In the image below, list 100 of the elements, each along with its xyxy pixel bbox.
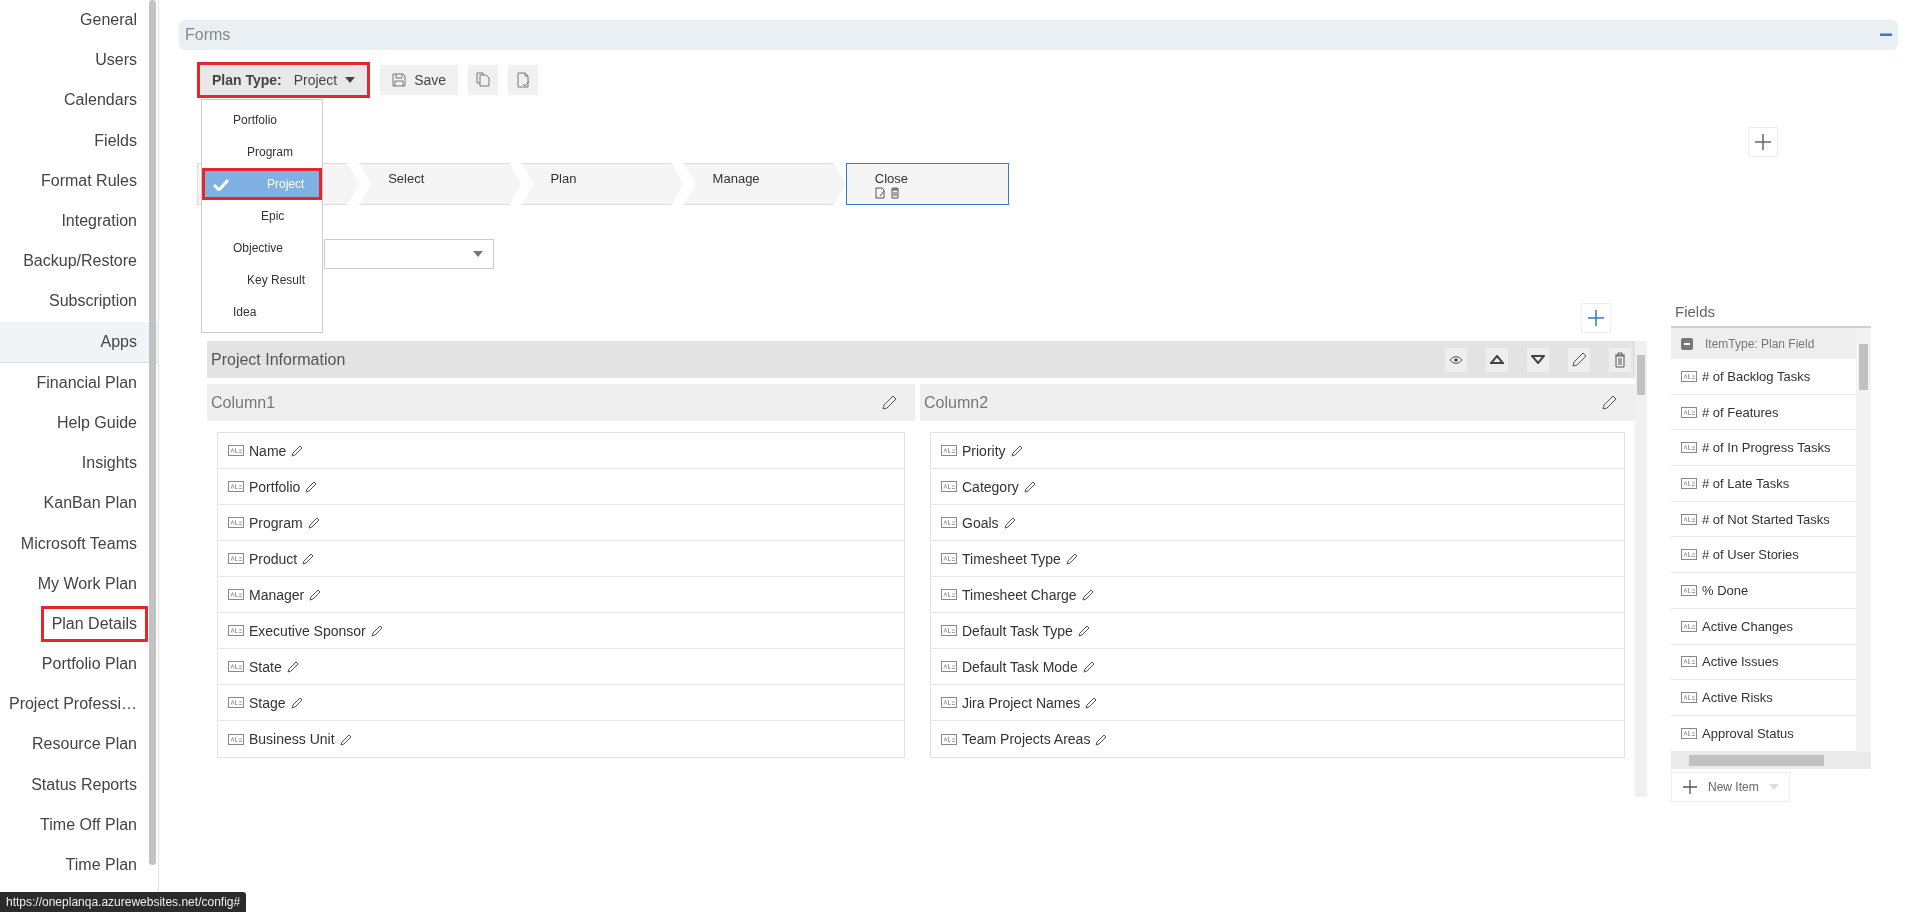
group-header[interactable]: ItemType: Plan Field (1671, 328, 1856, 359)
menu-item[interactable]: Objective (202, 232, 322, 264)
sidebar-item[interactable]: Time Plan (54, 847, 148, 884)
view-button[interactable] (1445, 347, 1467, 372)
text-field-icon (941, 445, 957, 456)
text-field-icon (941, 625, 957, 636)
field-label: Goals (962, 514, 999, 531)
plus-icon (1587, 309, 1605, 327)
menu-item[interactable]: Idea (202, 296, 322, 328)
status-url: https://oneplanqa.azurewebsites.net/config# (0, 892, 247, 912)
menu-item[interactable]: Program (202, 136, 322, 168)
delete-button[interactable] (1609, 347, 1631, 372)
delete-icon[interactable] (889, 187, 900, 199)
text-field-icon (941, 661, 957, 672)
text-field-icon (228, 517, 244, 528)
text-field-icon (1681, 477, 1697, 489)
caret-icon (1768, 784, 1779, 790)
sidebar-item[interactable]: Insights (70, 445, 148, 482)
text-field-icon (1681, 513, 1697, 525)
sidebar-item[interactable]: Status Reports (20, 766, 148, 803)
edit-icon[interactable] (339, 732, 353, 746)
stage-step[interactable]: Plan (521, 163, 684, 205)
edit-icon[interactable] (1095, 732, 1109, 746)
sidebar-item[interactable]: Time Off Plan (29, 806, 148, 843)
edit-icon[interactable] (1081, 588, 1095, 601)
edit-icon[interactable] (291, 444, 305, 457)
add-button[interactable] (1581, 303, 1611, 333)
sidebar-item[interactable]: Help Guide (45, 404, 148, 441)
edit-icon[interactable] (1065, 552, 1079, 565)
copy-icon (475, 72, 492, 88)
sidebar-item[interactable]: My Work Plan (26, 565, 148, 602)
sidebar-item[interactable]: Calendars (53, 82, 148, 119)
edit-icon[interactable] (1003, 516, 1017, 529)
section-title: Forms (185, 26, 231, 44)
sidebar-item[interactable]: Subscription (37, 283, 148, 320)
edit-icon[interactable] (1023, 480, 1037, 493)
collapse-icon[interactable] (1681, 337, 1693, 350)
text-field-icon (1681, 656, 1697, 668)
scrollbar[interactable] (149, 0, 156, 865)
select-field[interactable] (324, 239, 494, 269)
save-button[interactable]: Save (380, 65, 459, 95)
add-button[interactable] (1748, 127, 1778, 157)
edit-icon[interactable] (370, 624, 384, 637)
collapse-icon[interactable] (1880, 33, 1892, 37)
sidebar-item[interactable]: Portfolio Plan (30, 646, 148, 683)
text-field-icon (941, 697, 957, 708)
edit-icon[interactable] (1010, 444, 1024, 457)
text-field-icon (228, 733, 244, 745)
sidebar-item[interactable]: General (69, 2, 148, 39)
edit-icon[interactable] (290, 696, 304, 709)
move-up-button[interactable] (1486, 347, 1508, 372)
edit-button[interactable] (1568, 347, 1590, 372)
stage-step[interactable]: Close (845, 163, 1009, 205)
menu-item[interactable]: Portfolio (202, 104, 322, 136)
field-label: # of Not Started Tasks (1702, 511, 1830, 527)
field-label: Active Risks (1702, 690, 1773, 706)
text-field-icon (228, 661, 244, 672)
scrollbar[interactable] (1635, 341, 1647, 797)
sidebar-item[interactable]: Integration (50, 203, 148, 240)
edit-icon[interactable] (1085, 696, 1099, 709)
plan-type-dropdown[interactable]: Plan Type: Project (197, 62, 371, 98)
edit-icon[interactable] (307, 516, 321, 529)
edit-icon[interactable] (874, 187, 886, 199)
scrollbar[interactable] (1671, 752, 1871, 769)
menu-item[interactable]: Key Result (202, 264, 322, 296)
edit-icon[interactable] (286, 660, 300, 673)
edit-icon[interactable] (1077, 624, 1091, 637)
section-title: Project Information (211, 350, 346, 369)
field-label: Timesheet Type (962, 550, 1061, 567)
field-label: Default Task Mode (962, 658, 1078, 675)
edit-icon[interactable] (309, 588, 323, 601)
stage-step[interactable]: Manage (683, 163, 846, 205)
field-label: Jira Project Names (962, 694, 1081, 711)
edit-icon[interactable] (1082, 660, 1096, 673)
edit-icon[interactable] (881, 394, 897, 411)
text-field-icon (941, 517, 957, 528)
sidebar-item[interactable]: Microsoft Teams (9, 525, 148, 562)
caret-icon (473, 251, 483, 257)
new-item-button[interactable]: New Item (1671, 772, 1790, 802)
sidebar-item[interactable]: KanBan Plan (32, 485, 148, 522)
menu-item[interactable]: Epic (202, 200, 322, 232)
pencil-icon (1571, 351, 1587, 368)
text-field-icon (941, 481, 957, 492)
checkmark-icon (213, 178, 229, 191)
sidebar-item[interactable]: Resource Plan (21, 726, 148, 763)
sidebar-item[interactable]: Financial Plan (25, 364, 148, 401)
edit-icon[interactable] (302, 552, 316, 565)
field-label: Product (249, 550, 298, 567)
stage-step[interactable]: Select (359, 163, 522, 205)
sidebar-item[interactable]: Backup/Restore (12, 243, 148, 280)
field-label: Business Unit (249, 731, 335, 747)
sidebar-item[interactable]: Plan Details (40, 605, 148, 642)
sidebar-item[interactable]: Users (84, 42, 148, 79)
scrollbar[interactable] (1856, 328, 1871, 752)
edit-icon[interactable] (305, 480, 319, 493)
sidebar-item[interactable]: Format Rules (29, 162, 148, 199)
edit-icon[interactable] (1601, 394, 1617, 411)
move-down-button[interactable] (1527, 347, 1549, 372)
sidebar-item[interactable]: Project Professi… (0, 686, 148, 723)
sidebar-item[interactable]: Fields (83, 122, 148, 159)
